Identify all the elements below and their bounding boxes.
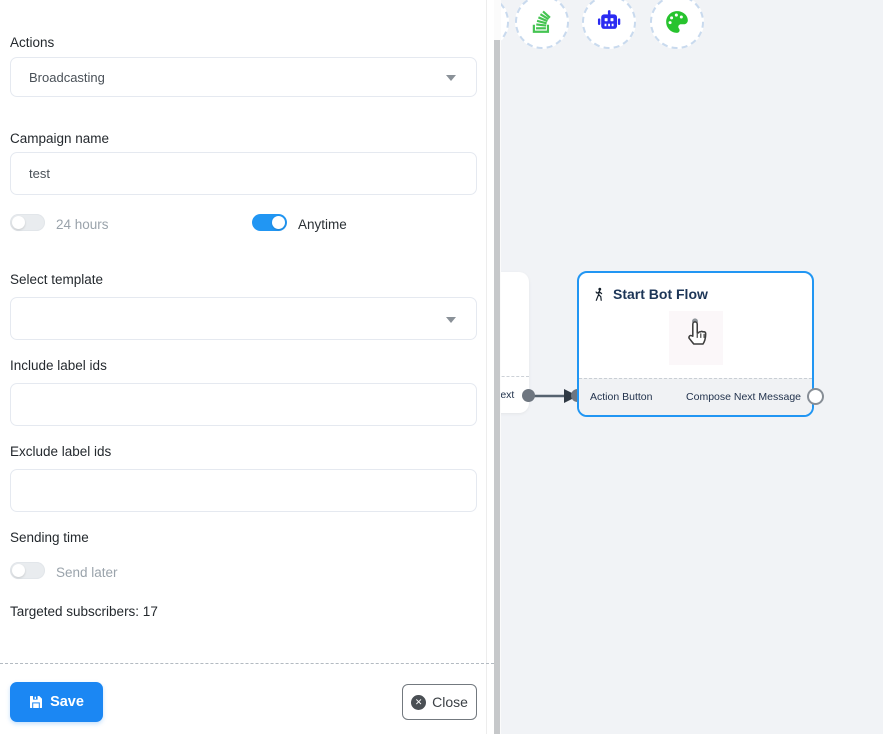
- save-button-label: Save: [50, 694, 84, 710]
- send-later-toggle[interactable]: [10, 562, 45, 579]
- targeted-subscribers-text: Targeted subscribers: 17: [10, 604, 158, 619]
- toolbar-hidden-button[interactable]: [501, 0, 509, 49]
- toggle-knob: [12, 216, 25, 229]
- partial-node-port-label: lext: [501, 389, 514, 401]
- exclude-label-ids-input[interactable]: [10, 469, 477, 512]
- campaign-name-input[interactable]: [10, 152, 477, 195]
- stack-icon: [529, 9, 555, 35]
- hand-cursor: [684, 317, 710, 353]
- close-button[interactable]: ✕ Close: [402, 684, 477, 720]
- sending-time-label: Sending time: [10, 530, 89, 545]
- anytime-toggle[interactable]: [252, 214, 287, 231]
- actions-select[interactable]: Broadcasting: [10, 57, 477, 97]
- send-later-label: Send later: [56, 565, 118, 580]
- toolbar-theme-button[interactable]: [650, 0, 704, 49]
- chevron-down-icon: [446, 75, 456, 81]
- toggle-knob: [272, 216, 285, 229]
- action-button-port-label[interactable]: Action Button: [590, 391, 652, 403]
- campaign-name-label: Campaign name: [10, 131, 109, 146]
- chevron-down-icon: [446, 317, 456, 323]
- include-label-ids-input[interactable]: [10, 383, 477, 426]
- panel-border: [486, 0, 487, 734]
- include-label-ids-label: Include label ids: [10, 358, 107, 373]
- footer-divider: [0, 663, 494, 664]
- actions-select-value: Broadcasting: [29, 70, 105, 85]
- palette-icon: [664, 9, 690, 35]
- 24-hours-label: 24 hours: [56, 217, 109, 232]
- node-header: Start Bot Flow: [579, 273, 812, 302]
- source-port-dot[interactable]: [522, 389, 535, 402]
- close-button-label: Close: [432, 694, 468, 710]
- circle-x-icon: ✕: [411, 695, 426, 710]
- broadcast-settings-panel: Actions Broadcasting Campaign name 24 ho…: [0, 0, 494, 734]
- panel-scrollbar-track[interactable]: [494, 0, 501, 734]
- panel-scrollbar-thumb[interactable]: [494, 40, 500, 734]
- node-title: Start Bot Flow: [613, 286, 708, 302]
- save-button[interactable]: Save: [10, 682, 103, 722]
- robot-icon: [596, 9, 622, 35]
- floppy-disk-icon: [29, 695, 43, 709]
- compose-next-message-port-label[interactable]: Compose Next Message: [686, 391, 801, 403]
- toolbar-bot-button[interactable]: [582, 0, 636, 49]
- actions-label: Actions: [10, 35, 54, 50]
- flow-builder-canvas[interactable]: lext Start Bot Flow Action Button Compos…: [501, 0, 883, 734]
- select-template-label: Select template: [10, 272, 103, 287]
- template-select[interactable]: [10, 297, 477, 340]
- anytime-label: Anytime: [298, 217, 347, 232]
- toggle-knob: [12, 564, 25, 577]
- walking-person-icon: [592, 287, 606, 302]
- node-footer: Action Button Compose Next Message: [579, 378, 812, 415]
- node-output-port[interactable]: [807, 388, 824, 405]
- exclude-label-ids-label: Exclude label ids: [10, 444, 111, 459]
- 24-hours-toggle[interactable]: [10, 214, 45, 231]
- toolbar-stack-button[interactable]: [515, 0, 569, 49]
